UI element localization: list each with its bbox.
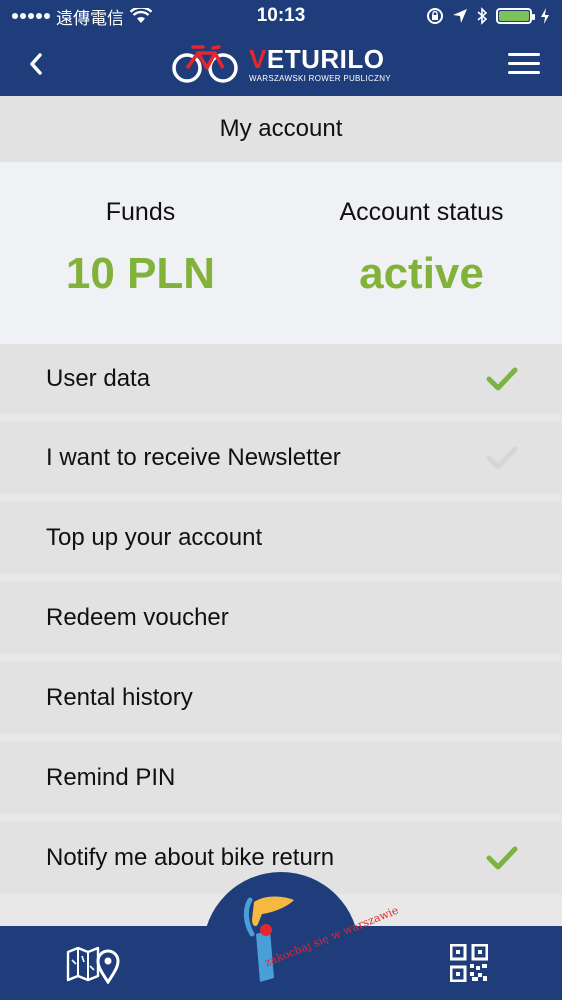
- menu-item-remind-pin[interactable]: Remind PIN: [0, 742, 562, 814]
- checkmark-icon[interactable]: [486, 844, 518, 872]
- status-left: 遠傳電信: [12, 4, 152, 29]
- checkmark-icon[interactable]: [486, 444, 518, 472]
- bluetooth-icon: [477, 7, 488, 25]
- menu-item-user-data[interactable]: User data: [0, 344, 562, 414]
- menu-item-rental-history[interactable]: Rental history: [0, 662, 562, 734]
- logo-title-v: V: [249, 43, 267, 74]
- signal-icon: [12, 13, 50, 19]
- veturilo-logo: VETURILO WARSZAWSKI ROWER PUBLICZNY: [171, 44, 391, 84]
- menu-item-redeem-voucher[interactable]: Redeem voucher: [0, 582, 562, 654]
- back-button[interactable]: [18, 46, 54, 82]
- hamburger-menu-button[interactable]: [506, 46, 542, 82]
- battery-icon: [496, 8, 535, 24]
- menu-item-label: I want to receive Newsletter: [46, 444, 341, 471]
- wifi-icon: [130, 8, 152, 23]
- funds-section: Funds 10 PLN: [0, 162, 281, 344]
- menu-item-label: User data: [46, 365, 151, 392]
- status-right: [426, 7, 550, 25]
- funds-value: 10 PLN: [65, 249, 216, 298]
- menu-item-label: Redeem voucher: [46, 604, 229, 631]
- logo-title-rest: ETURILO: [266, 43, 385, 74]
- account-summary-panel: Funds 10 PLN Account status active: [0, 162, 562, 344]
- menu-item-label: Rental history: [46, 684, 193, 711]
- page-title: My account: [0, 96, 562, 162]
- account-status-label: Account status: [339, 198, 504, 226]
- account-status-value: active: [359, 249, 484, 298]
- logo-title: VETURILO: [249, 46, 391, 72]
- carrier-label: 遠傳電信: [56, 8, 124, 28]
- account-menu-list: User data I want to receive Newsletter T…: [0, 344, 562, 902]
- hamburger-icon: [508, 53, 540, 74]
- menu-item-top-up[interactable]: Top up your account: [0, 502, 562, 574]
- funds-label: Funds: [105, 198, 176, 226]
- rotation-lock-icon: [427, 8, 443, 24]
- menu-item-label: Notify me about bike return: [46, 844, 335, 871]
- bicycle-icon: [172, 45, 238, 83]
- logo-subtitle: WARSZAWSKI ROWER PUBLICZNY: [249, 73, 391, 83]
- logo-text: VETURILO WARSZAWSKI ROWER PUBLICZNY: [249, 46, 391, 83]
- qr-code-icon[interactable]: [450, 944, 488, 982]
- map-pin-icon[interactable]: [64, 944, 124, 984]
- menu-item-newsletter[interactable]: I want to receive Newsletter: [0, 422, 562, 494]
- app-header: VETURILO WARSZAWSKI ROWER PUBLICZNY: [0, 32, 562, 96]
- menu-item-label: Remind PIN: [46, 764, 176, 791]
- battery-fill: [499, 11, 529, 21]
- menu-item-label: Top up your account: [46, 524, 263, 551]
- chevron-left-icon: [30, 53, 42, 75]
- location-arrow-icon: [453, 9, 467, 23]
- account-status-section: Account status active: [281, 162, 562, 344]
- charging-icon: [541, 8, 549, 24]
- status-bar: 遠傳電信 10:13: [0, 0, 562, 32]
- checkmark-icon: [486, 365, 518, 393]
